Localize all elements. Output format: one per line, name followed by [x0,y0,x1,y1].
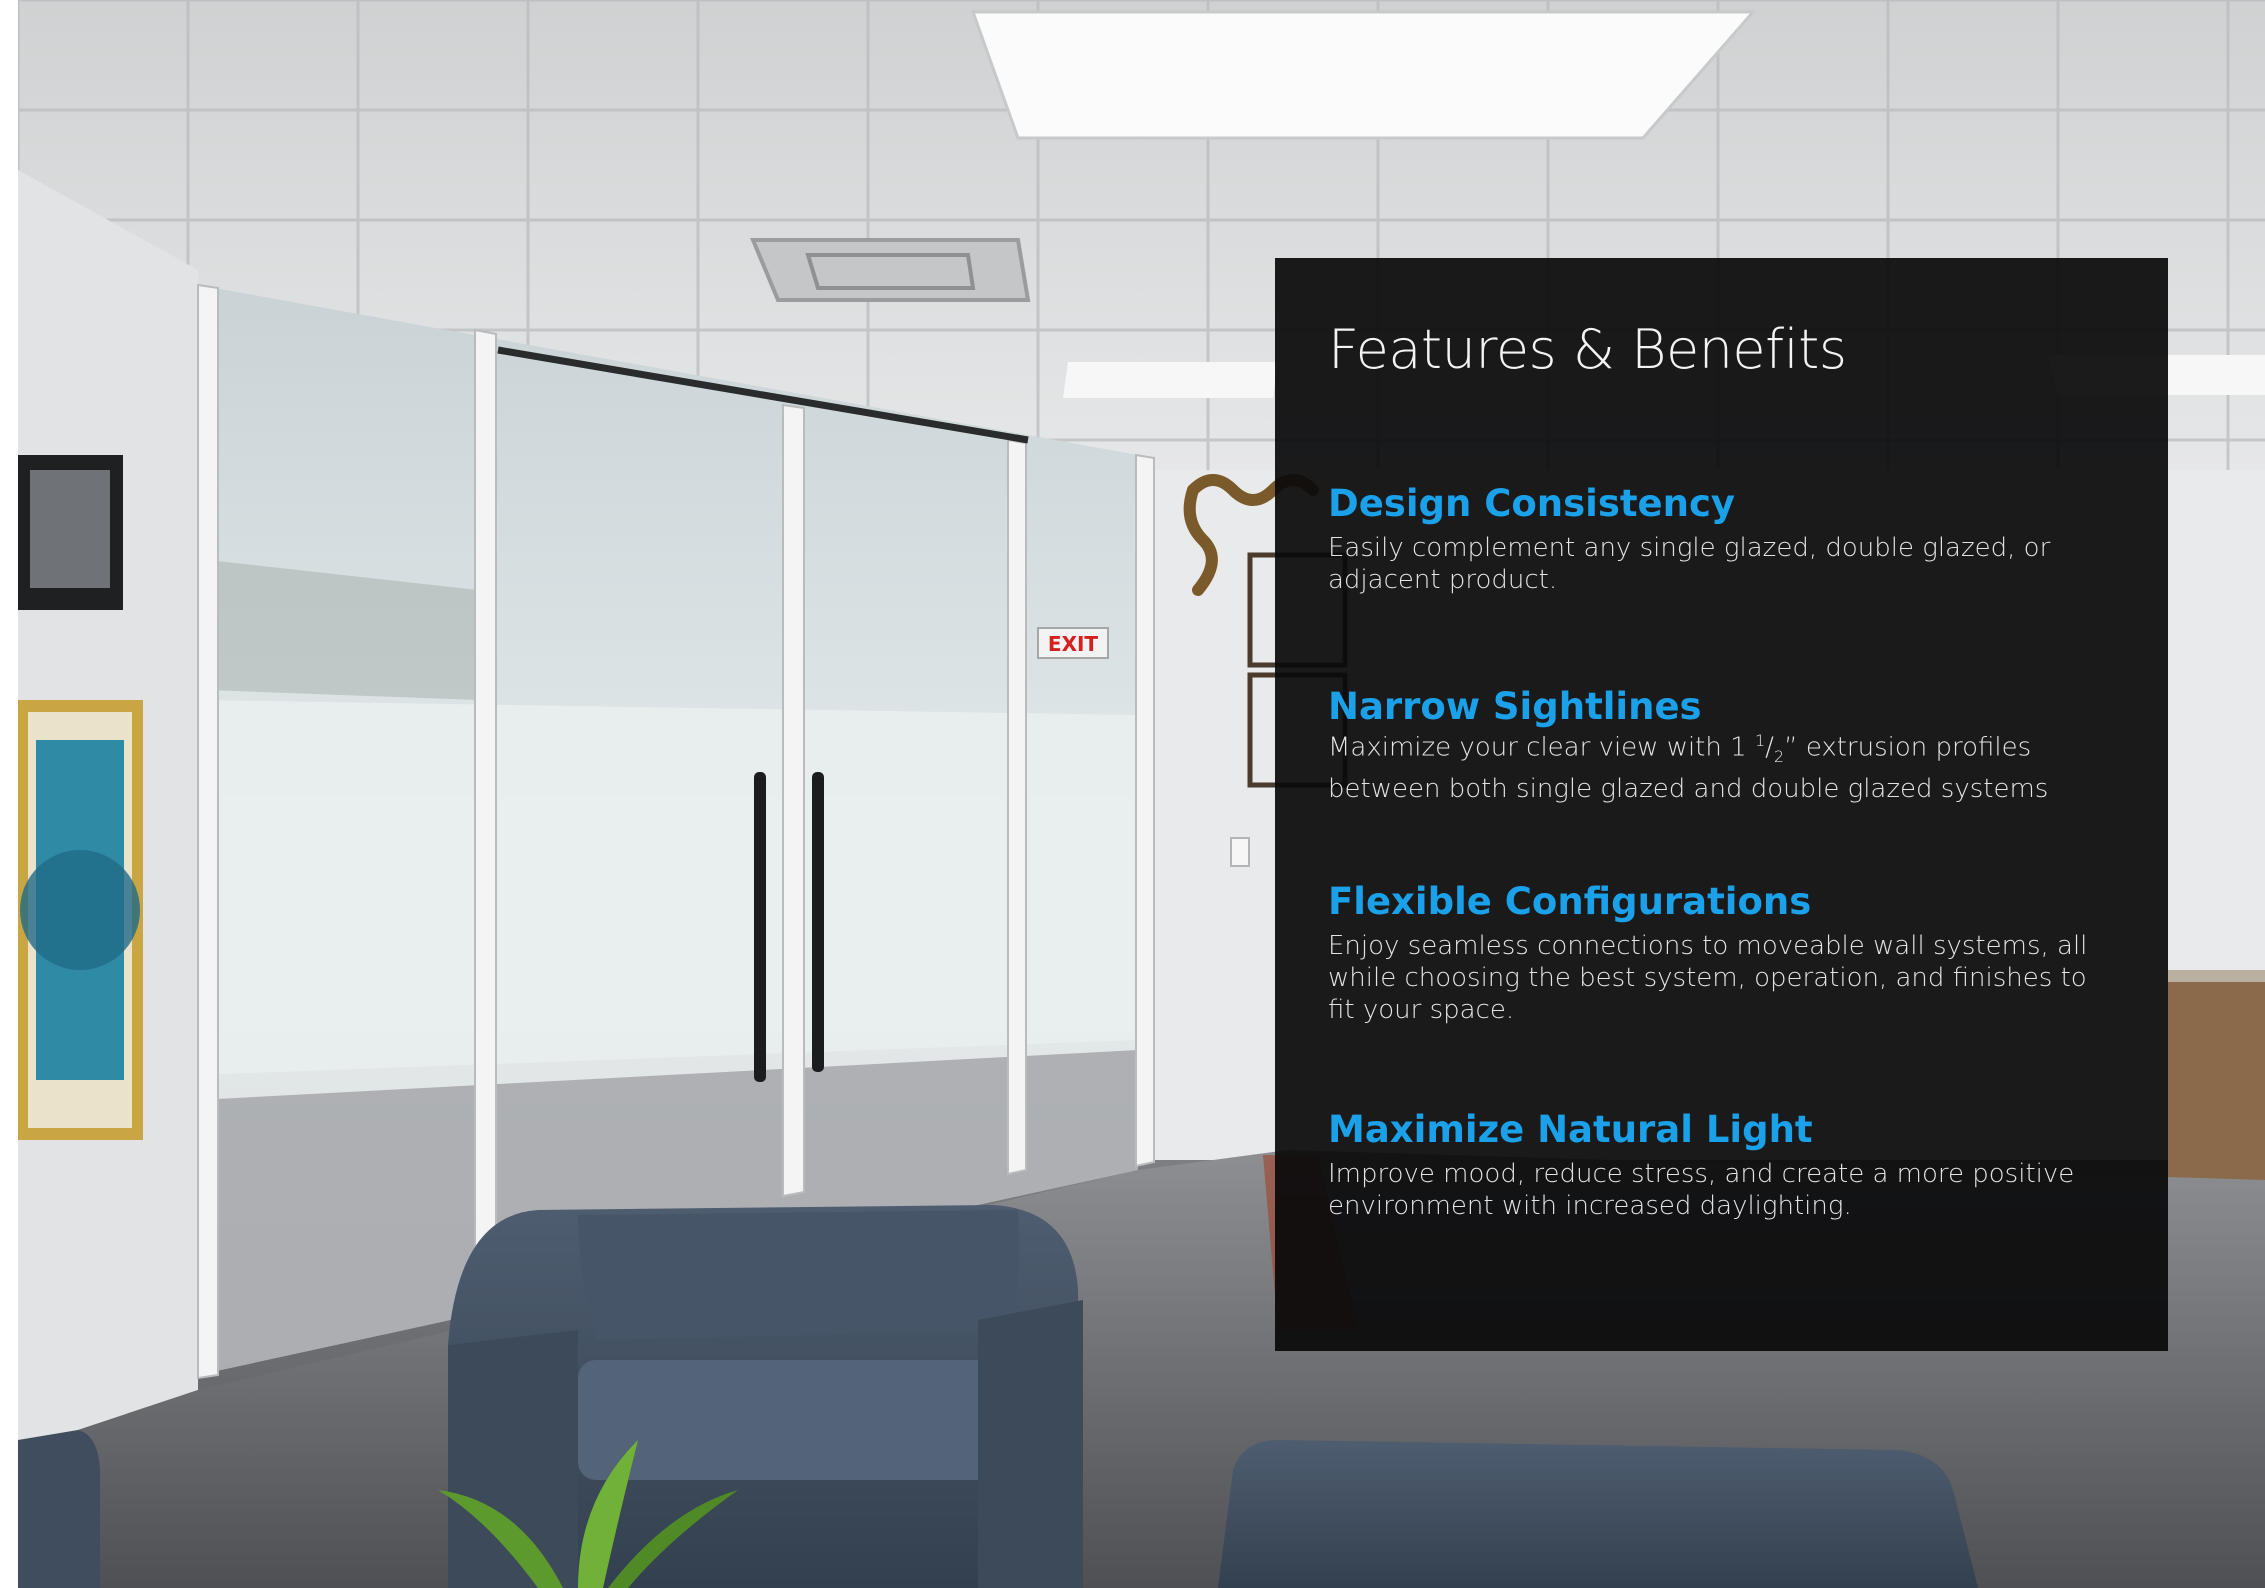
feature-heading: Maximize Natural Light [1328,1108,1813,1151]
ceiling-light [1063,362,1278,398]
fraction-slash: / [1765,732,1774,763]
feature-narrow-sightlines: Narrow Sightlines Maximize your clear vi… [1328,683,2128,805]
feature-heading: Narrow Sightlines [1328,685,1702,728]
fraction-denominator: 2 [1773,746,1785,766]
feature-design-consistency: Design Consistency Easily complement any… [1328,480,2128,596]
feature-flexible-configurations: Flexible Configurations Enjoy seamless c… [1328,878,2128,1026]
feature-description: Easily complement any single glazed, dou… [1328,533,2051,595]
feature-description: Maximize your clear view with 1 1/2” ext… [1328,725,2118,805]
panel-title: Features & Benefits [1328,318,1847,381]
cabinet [2168,980,2265,1190]
feature-heading: Design Consistency [1328,482,1736,525]
ceiling-light [970,10,1757,140]
air-vent [750,238,1031,302]
feature-heading: Flexible Configurations [1328,880,1812,923]
fraction-numerator: 1 [1754,731,1766,750]
feature-maximize-natural-light: Maximize Natural Light Improve mood, red… [1328,1106,2128,1222]
exit-sign-text: EXIT [1048,632,1099,656]
door-handle [754,772,766,1082]
features-panel: Features & Benefits Design Consistency E… [1275,258,2168,1351]
feature-description: Improve mood, reduce stress, and create … [1328,1159,2075,1221]
door-handle [812,772,824,1072]
description-text: Maximize your clear view with 1 [1328,732,1755,763]
brochure-page: EXIT Features & Benefits Design Consiste… [0,0,2265,1588]
armchair [448,1205,1083,1588]
armchair [18,1430,100,1588]
armchair [1218,1440,1978,1588]
feature-description: Enjoy seamless connections to moveable w… [1328,931,2088,1025]
